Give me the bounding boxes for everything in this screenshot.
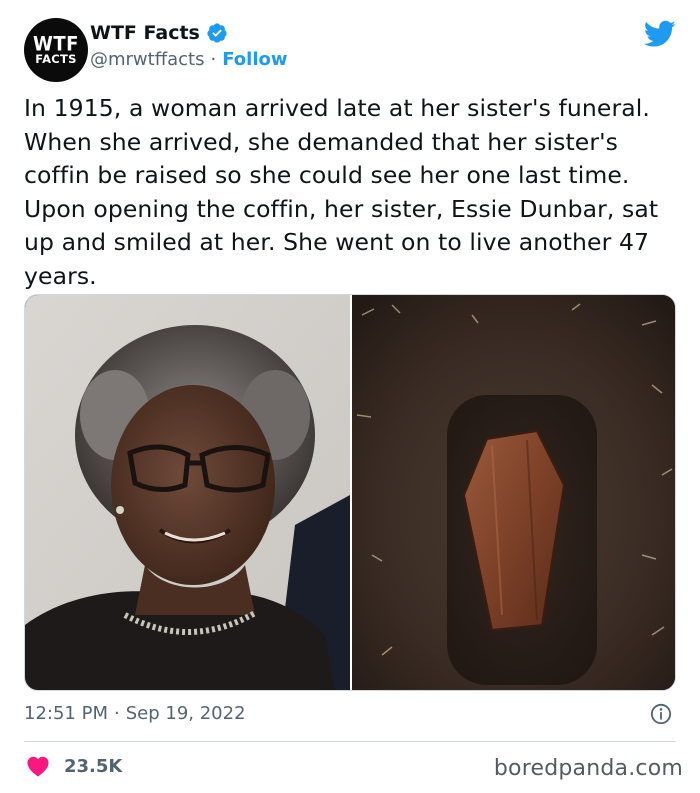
tweet-card: WTF FACTS WTF Facts @mrwtffacts · Follow… [0,0,700,793]
grave-image [352,295,675,690]
handle-row: @mrwtffacts · Follow [90,49,288,70]
info-icon[interactable] [650,703,672,725]
display-name[interactable]: WTF Facts [90,22,200,44]
twitter-bird-icon[interactable] [644,20,676,48]
like-count: 23.5K [64,755,123,777]
portrait-photo[interactable] [25,295,350,690]
tweet-media[interactable] [24,294,676,691]
tweet-date: Sep 19, 2022 [125,703,246,724]
tweet-timestamp[interactable]: 12:51 PM · Sep 19, 2022 [24,703,246,724]
avatar-text-line1: WTF [33,32,79,56]
like-action[interactable]: 23.5K [26,755,122,777]
tweet-text: In 1915, a woman arrived late at her sis… [24,94,659,290]
follow-button[interactable]: Follow [222,49,287,70]
portrait-image [25,295,350,690]
handle-separator: · [210,49,217,70]
watermark: boredpanda.com [493,756,683,781]
divider-line [24,741,676,742]
grave-photo[interactable] [352,295,675,690]
author-name-row: WTF Facts [90,22,228,44]
verified-badge-icon [207,23,227,43]
avatar[interactable]: WTF FACTS [24,18,88,82]
tweet-time: 12:51 PM [24,703,108,724]
handle[interactable]: @mrwtffacts [90,49,204,70]
timestamp-separator: · [113,703,120,724]
heart-icon[interactable] [26,755,50,777]
